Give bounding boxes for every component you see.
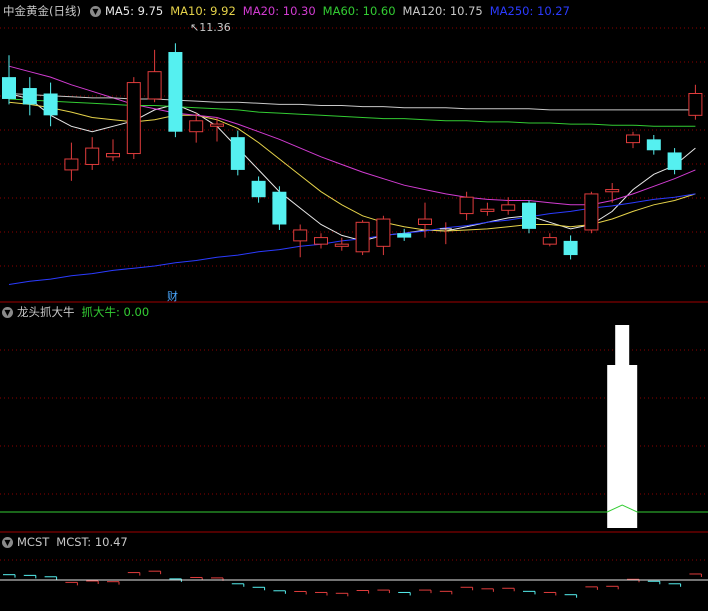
ma10-label: MA10: 9.92 (170, 4, 236, 18)
chevron-down-icon[interactable]: ▼ (89, 5, 101, 17)
candle-body-down (2, 77, 16, 99)
candle-body-up (64, 158, 79, 171)
candle-body-up (314, 237, 328, 245)
ma20-line (8, 65, 696, 206)
candle-body-down (646, 139, 661, 151)
candle-body-up (584, 193, 599, 231)
candle-body-up (210, 123, 224, 127)
candle-body-up (85, 147, 100, 165)
candle-body-up (293, 229, 308, 242)
candle-body-down (272, 191, 287, 225)
signal-bar-body (607, 365, 638, 528)
indicator-title: 龙头抓大牛 (17, 305, 75, 319)
mcst-title: MCST (17, 535, 50, 549)
candle-body-up (189, 120, 204, 133)
candle-body-up (126, 82, 141, 155)
max-price-label: ↖11.36 (190, 21, 231, 34)
candle-body-up (605, 189, 620, 193)
ma60-label: MA60: 10.60 (322, 4, 396, 18)
mcst-panel-header: ▼ MCST MCST: 10.47 (0, 533, 135, 551)
chevron-down-icon[interactable]: ▼ (2, 306, 13, 318)
candle-body-up (106, 153, 120, 158)
ma120-label: MA120: 10.75 (402, 4, 483, 18)
ma60-line (8, 98, 696, 127)
ma5-label: MA5: 9.75 (104, 4, 164, 18)
candle-body-down (522, 202, 536, 229)
candle-body-up (147, 71, 162, 100)
signal-line (0, 504, 708, 513)
candle-body-down (230, 137, 245, 170)
max-price-arrow-icon: ↖ (190, 21, 200, 34)
indicator-panel-header: ▼ 龙头抓大牛 抓大牛: 0.00 (0, 303, 156, 321)
mcst-value: MCST: 10.47 (56, 535, 128, 549)
candle-body-down (168, 52, 183, 132)
candle-body-up (459, 196, 474, 215)
candle-body-up (501, 204, 516, 211)
candle-body-up (376, 218, 391, 247)
candle-body-up (542, 237, 557, 245)
candle-body-up (334, 243, 349, 247)
stock-title: 中金黄金(日线) (3, 4, 81, 18)
candle-body-up (688, 93, 703, 116)
candle-body-up (480, 208, 495, 212)
stock-chart-window: 中金黄金(日线) ▼ MA5: 9.75 MA10: 9.92 MA20: 10… (0, 0, 708, 611)
candle-body-up (418, 218, 432, 226)
candle-body-up (626, 134, 640, 144)
main-panel-header: 中金黄金(日线) ▼ MA5: 9.75 MA10: 9.92 MA20: 10… (0, 2, 577, 20)
finance-marker[interactable]: 财 (167, 288, 178, 304)
indicator-value: 抓大牛: 0.00 (81, 305, 150, 319)
candle-body-down (251, 180, 266, 198)
candle-body-down (397, 233, 412, 238)
candle-body-down (22, 88, 37, 105)
candle-body-down (667, 152, 682, 170)
candle-body-down (43, 93, 58, 116)
ma20-label: MA20: 10.30 (242, 4, 316, 18)
ma250-label: MA250: 10.27 (489, 4, 570, 18)
chevron-down-icon[interactable]: ▼ (2, 536, 13, 548)
candle-body-up (355, 221, 370, 253)
candle-body-down (563, 240, 578, 256)
